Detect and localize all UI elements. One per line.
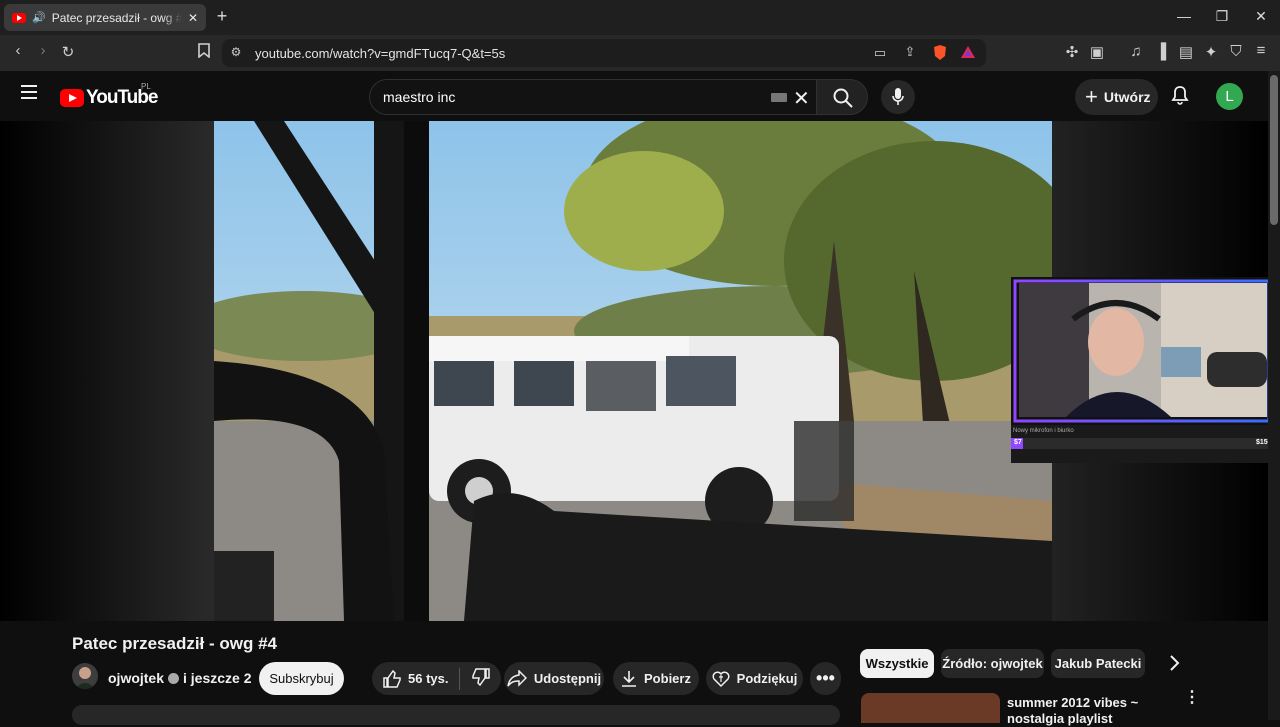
overlay-caption: Nowy mikrofon i biurko [1013, 428, 1074, 434]
channel-name[interactable]: ojwojtek i jeszcze 2 [108, 670, 252, 686]
close-tab-icon[interactable]: ✕ [188, 11, 198, 25]
address-bar[interactable]: ⚙ youtube.com/watch?v=gmdFTucq7-Q&t=5s ▭… [222, 39, 986, 67]
speaker-icon[interactable]: 🔊 [32, 11, 46, 24]
thanks-label: Podziękuj [736, 671, 798, 686]
site-settings-icon[interactable]: ⚙ [226, 45, 246, 59]
more-actions-button[interactable]: ••• [810, 662, 841, 695]
chip-source[interactable]: Źródło: ojwojtek [941, 649, 1044, 678]
wallet-icon[interactable]: ▤ [1176, 43, 1196, 61]
hamburger-menu-icon[interactable] [20, 84, 38, 105]
video-frame [214, 121, 1052, 621]
search-button[interactable] [816, 79, 868, 115]
chips-next-icon[interactable] [1168, 654, 1180, 677]
create-button[interactable]: + Utwórz [1075, 79, 1158, 115]
goal-current: $7 [1014, 439, 1022, 446]
channel-collab-text: i jeszcze 2 [183, 670, 252, 686]
youtube-play-icon [60, 89, 84, 107]
forward-icon[interactable]: › [33, 42, 53, 59]
notifications-bell-icon[interactable] [1171, 85, 1189, 110]
reload-icon[interactable]: ↻ [58, 43, 78, 61]
window-close-icon[interactable]: ✕ [1251, 8, 1271, 25]
thanks-button[interactable]: Podziękuj [706, 662, 803, 695]
like-button[interactable]: 56 tys. [382, 669, 448, 689]
browser-tab-bar: 🔊 Patec przesadził - owg #4 - YouTube ✕ … [0, 0, 1280, 35]
youtube-header: YouTube PL maestro inc ✕ + Utwórz L [0, 71, 1268, 121]
donation-goal-bar [1011, 438, 1268, 449]
like-dislike-group: 56 tys. [372, 662, 501, 695]
restore-icon[interactable]: ❐ [1212, 8, 1232, 25]
download-button[interactable]: Pobierz [613, 662, 699, 695]
recommendation-title[interactable]: summer 2012 vibes ~ nostalgia playlist [1007, 695, 1177, 727]
search-icon [833, 88, 853, 113]
minimize-icon[interactable]: — [1174, 8, 1194, 24]
recommendation-menu-icon[interactable]: ⋮ [1184, 690, 1200, 706]
thumbs-down-icon [472, 668, 491, 687]
cast-icon[interactable]: ▭ [870, 45, 890, 61]
extensions-icon[interactable]: ✣ [1062, 43, 1082, 61]
verified-check-icon [168, 672, 180, 684]
region-code: PL [141, 82, 151, 91]
browser-tab[interactable]: 🔊 Patec przesadził - owg #4 - YouTube ✕ [4, 4, 206, 31]
youtube-favicon-icon [12, 12, 26, 23]
browser-toolbar: ‹ › ↻ ⚙ youtube.com/watch?v=gmdFTucq7-Q&… [0, 35, 1280, 71]
search-value: maestro inc [383, 89, 456, 105]
channel-name-text: ojwojtek [108, 670, 165, 686]
share-label: Udostępnij [533, 671, 602, 686]
thumbs-up-icon [383, 669, 401, 688]
brave-shield-icon[interactable] [930, 44, 950, 65]
video-details: Patec przesadził - owg #4 ojwojtek i jes… [0, 621, 1268, 726]
download-icon [622, 670, 637, 687]
page-scrollbar[interactable] [1268, 71, 1280, 720]
share-page-icon[interactable]: ⇪ [900, 44, 920, 60]
microphone-icon [892, 88, 904, 111]
keyboard-icon[interactable] [771, 93, 787, 102]
like-count: 56 tys. [408, 671, 449, 686]
bookmark-icon[interactable] [194, 43, 214, 62]
plus-icon: + [1085, 84, 1098, 109]
share-icon [507, 669, 527, 687]
brave-rewards-icon[interactable] [958, 44, 978, 64]
chip-creator[interactable]: Jakub Patecki [1051, 649, 1145, 678]
vpn-icon[interactable]: ⛉ [1226, 43, 1246, 60]
leo-ai-icon[interactable]: ✦ [1201, 43, 1221, 61]
chip-all[interactable]: Wszystkie [860, 649, 934, 678]
player-ambient-left [0, 121, 214, 621]
search-input[interactable]: maestro inc ✕ [369, 79, 816, 115]
url-text: youtube.com/watch?v=gmdFTucq7-Q&t=5s [255, 46, 506, 61]
download-label: Pobierz [644, 671, 691, 686]
create-label: Utwórz [1103, 89, 1151, 105]
dislike-button[interactable] [471, 667, 491, 690]
webcam-frame [1011, 277, 1268, 425]
new-tab-icon[interactable]: + [212, 6, 232, 27]
youtube-logo[interactable]: YouTube PL [60, 82, 158, 109]
tab-title: Patec przesadził - owg #4 - YouTube [51, 10, 182, 25]
subscribe-button[interactable]: Subskrybuj [259, 662, 344, 695]
stream-overlay: Nowy mikrofon i biurko $7 $150 [1011, 277, 1272, 463]
recommendation-thumbnail[interactable] [861, 693, 1000, 723]
scrollbar-thumb[interactable] [1270, 75, 1278, 225]
menu-icon[interactable]: ≡ [1251, 42, 1271, 59]
account-avatar[interactable]: L [1216, 83, 1243, 110]
share-button[interactable]: Udostępnij [504, 662, 604, 695]
description-box[interactable] [72, 705, 840, 725]
thanks-heart-icon [712, 671, 730, 687]
sidebar-icon[interactable]: ▐ [1151, 43, 1171, 60]
voice-search-button[interactable] [881, 80, 915, 114]
back-icon[interactable]: ‹ [8, 42, 28, 59]
video-title: Patec przesadził - owg #4 [72, 634, 278, 653]
media-icon[interactable]: ♫ [1126, 43, 1146, 60]
channel-avatar[interactable] [72, 663, 98, 689]
like-divider [459, 667, 461, 690]
clear-search-icon[interactable]: ✕ [793, 86, 810, 111]
screenshot-icon[interactable]: ▣ [1087, 43, 1107, 61]
more-horizontal-icon: ••• [816, 668, 835, 688]
